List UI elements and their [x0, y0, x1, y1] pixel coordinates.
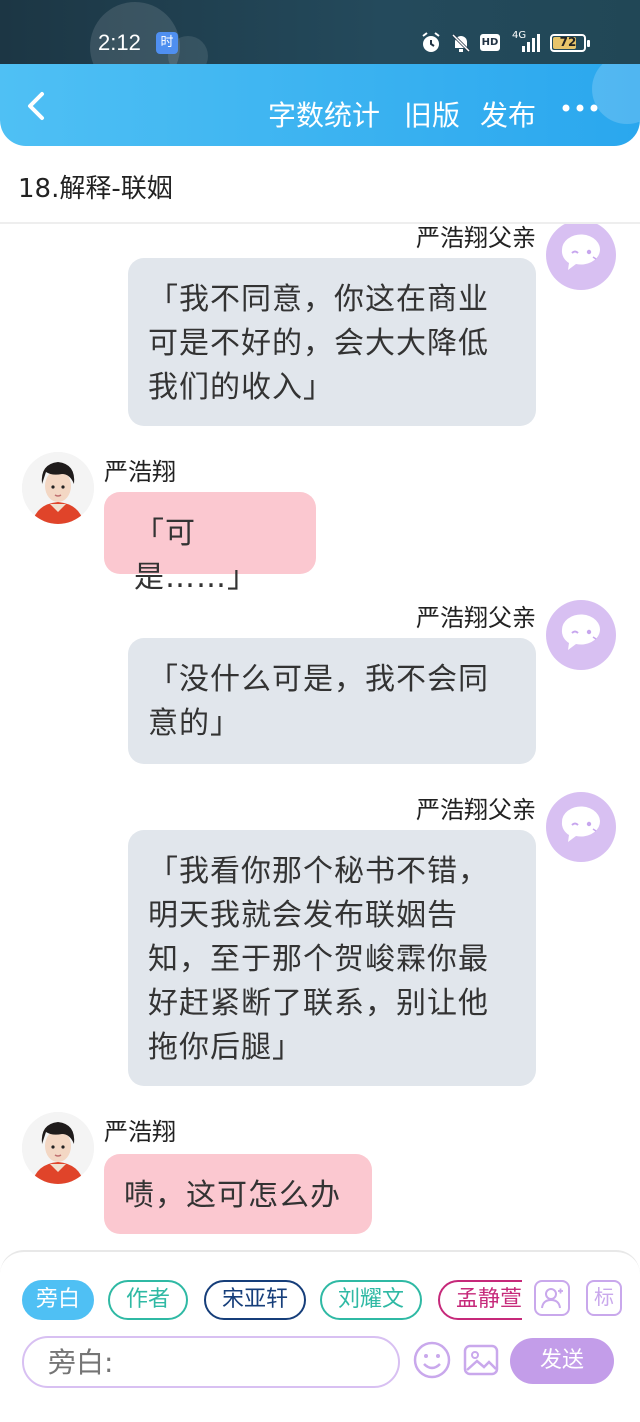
- ghost-avatar[interactable]: [546, 792, 616, 862]
- person-avatar-icon: [22, 1112, 94, 1184]
- message-bubble[interactable]: 啧，这可怎么办: [104, 1154, 372, 1234]
- ghost-avatar[interactable]: [546, 224, 616, 290]
- tag-icon: 标: [594, 1285, 614, 1309]
- image-button[interactable]: [462, 1340, 500, 1380]
- role-selector[interactable]: 旁白 作者 宋亚轩 刘耀文 孟静萱: [22, 1280, 522, 1322]
- alarm-icon: [420, 32, 442, 54]
- emoji-button[interactable]: [412, 1340, 452, 1380]
- battery-icon: 72: [550, 34, 590, 52]
- speaker-name: 严浩翔父亲: [416, 796, 536, 824]
- message-input[interactable]: [22, 1336, 400, 1388]
- role-tab-liu-yaowen[interactable]: 刘耀文: [320, 1280, 422, 1320]
- message-bubble[interactable]: 「我看你那个秘书不错，明天我就会发布联姻告知，至于那个贺峻霖你最好赶紧断了联系，…: [128, 830, 536, 1086]
- more-dots-icon: [562, 104, 598, 112]
- publish-button[interactable]: 发布: [480, 94, 536, 134]
- image-icon: [463, 1344, 499, 1376]
- back-button[interactable]: [18, 86, 54, 126]
- chat-bubble-icon: [561, 614, 600, 650]
- chat-bubble-icon: [561, 806, 600, 842]
- hd-icon: HD: [480, 34, 500, 51]
- chat-bubble-icon: [561, 234, 600, 270]
- clock: 2:12: [98, 30, 141, 55]
- speaker-name: 严浩翔父亲: [416, 604, 536, 632]
- composer-panel: 旁白 作者 宋亚轩 刘耀文 孟静萱 标 发送: [0, 1250, 640, 1422]
- person-avatar-icon: [22, 452, 94, 524]
- status-bar: 2:12 时 HD 4G 72: [0, 0, 640, 64]
- add-role-button[interactable]: [534, 1280, 570, 1316]
- speaker-name: 严浩翔: [104, 458, 176, 486]
- role-tab-narration[interactable]: 旁白: [22, 1280, 94, 1320]
- send-button[interactable]: 发送: [510, 1338, 614, 1384]
- message-bubble[interactable]: 「没什么可是，我不会同意的」: [128, 638, 536, 764]
- role-tab-author[interactable]: 作者: [108, 1280, 188, 1320]
- person-add-icon: [541, 1288, 563, 1309]
- role-tab-meng-jingxuan[interactable]: 孟静萱: [438, 1280, 522, 1320]
- role-tab-song-yaxuan[interactable]: 宋亚轩: [204, 1280, 306, 1320]
- chat-area[interactable]: 严浩翔父亲 「我不同意，你这在商业可是不好的，会大大降低我们的收入」 严浩翔 「…: [0, 224, 640, 1250]
- ghost-avatar[interactable]: [546, 600, 616, 670]
- battery-level: 72: [559, 35, 577, 49]
- tag-button[interactable]: 标: [586, 1280, 622, 1316]
- chapter-title: 18.解释-联姻: [18, 174, 173, 204]
- more-button[interactable]: [560, 88, 600, 128]
- avatar[interactable]: [22, 1112, 94, 1184]
- speaker-name: 严浩翔: [104, 1118, 176, 1146]
- old-version-button[interactable]: 旧版: [404, 94, 460, 134]
- app-badge-icon: 时: [156, 32, 178, 54]
- avatar[interactable]: [22, 452, 94, 524]
- message-bubble[interactable]: 「可是……」: [104, 492, 316, 595]
- speaker-name: 严浩翔父亲: [416, 224, 536, 252]
- message-bubble[interactable]: 「我不同意，你这在商业可是不好的，会大大降低我们的收入」: [128, 258, 536, 426]
- chevron-left-icon: [28, 92, 44, 120]
- smiley-icon: [413, 1341, 451, 1379]
- signal-icon: [520, 32, 542, 54]
- nav-bar: 字数统计 旧版 发布: [0, 64, 640, 146]
- word-count-button[interactable]: 字数统计: [268, 94, 380, 134]
- mute-bell-icon: [450, 32, 472, 54]
